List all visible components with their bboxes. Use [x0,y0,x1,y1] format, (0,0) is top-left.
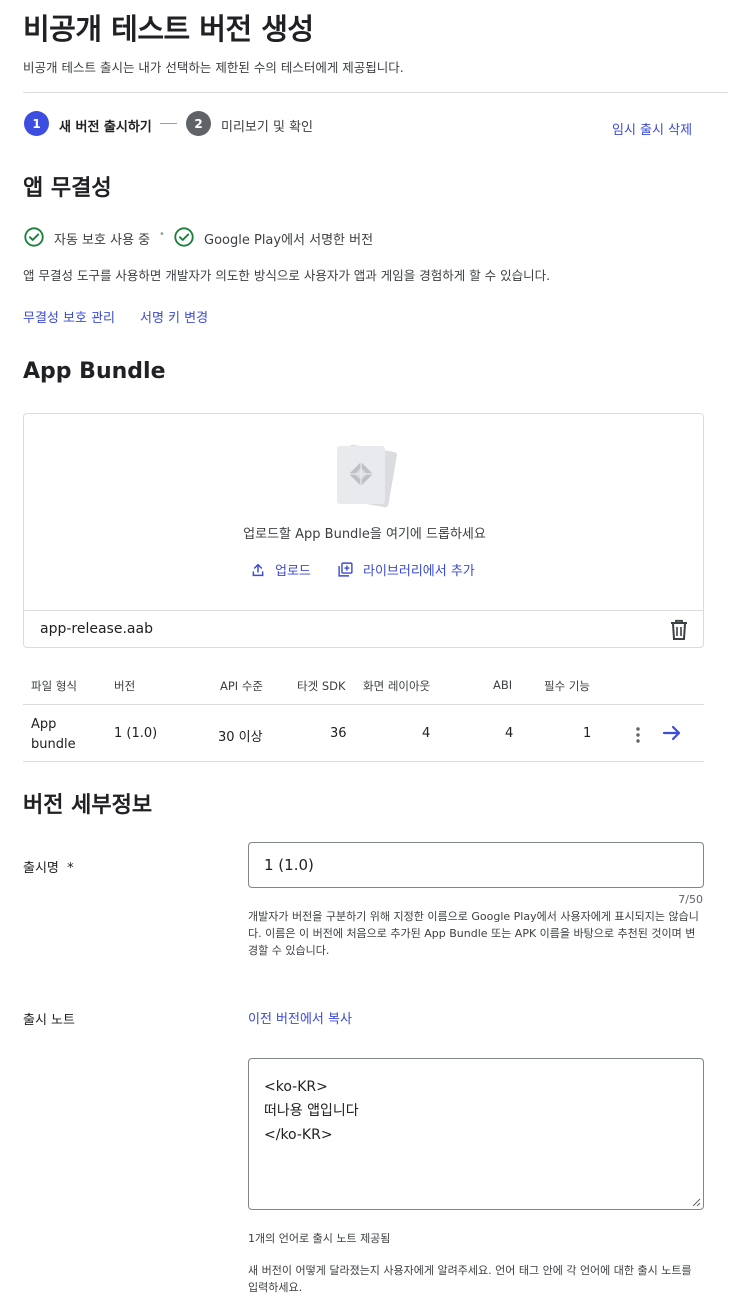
manage-integrity-link[interactable]: 무결성 보호 관리 [23,307,115,326]
col-required-features: 필수 기능 [544,679,590,693]
details-title: 버전 세부정보 [23,793,153,818]
step-1-badge: 1 [24,111,49,136]
cell-target-sdk: 36 [330,726,347,741]
required-mark: * [67,861,74,876]
table-header-divider [23,704,704,705]
cell-file-type: App bundle [31,717,76,752]
release-notes-label: 출시 노트 [23,1013,75,1028]
add-from-library-label: 라이브러리에서 추가 [363,564,475,579]
col-version: 버전 [114,679,136,693]
col-screen-layouts: 화면 레이아웃 [363,679,431,693]
bundle-divider [24,610,703,611]
step-connector [160,123,177,124]
integrity-title: 앱 무결성 [23,176,112,201]
status-play-signing: Google Play에서 서명한 버전 [204,233,374,248]
cell-abi: 4 [505,726,514,741]
library-add-icon [338,562,353,577]
upload-button[interactable]: 업로드 [250,560,311,579]
step-2-label[interactable]: 미리보기 및 확인 [221,116,313,135]
page-title: 비공개 테스트 버전 생성 [23,12,314,46]
copy-from-previous-link[interactable]: 이전 버전에서 복사 [248,1008,352,1027]
page-subtitle: 비공개 테스트 출시는 내가 선택하는 제한된 수의 테스터에게 제공됩니다. [23,60,404,75]
discard-draft-link[interactable]: 임시 출시 삭제 [612,119,692,138]
col-api-level: API 수준 [220,679,264,693]
check-circle-icon [24,227,44,247]
resize-handle-icon[interactable] [691,1197,701,1207]
more-vert-icon[interactable] [632,725,644,745]
notes-language-count: 1개의 언어로 출시 노트 제공됨 [248,1232,391,1245]
check-circle-icon [174,227,194,247]
release-name-help: 개발자가 버전을 구분하기 위해 지정한 이름으로 Google Play에서 … [248,910,699,957]
change-signing-key-link[interactable]: 서명 키 변경 [140,307,208,326]
cell-screen-layouts: 4 [422,726,431,741]
upload-label: 업로드 [275,564,311,579]
upload-icon [252,563,264,576]
col-target-sdk: 타겟 SDK [297,679,346,693]
col-file-type: 파일 형식 [31,679,77,693]
bundle-title: App Bundle [23,359,166,384]
cell-version: 1 (1.0) [114,726,158,741]
header-divider [23,92,728,93]
trash-icon[interactable] [669,619,689,641]
char-counter: 7/50 [678,893,703,906]
add-from-library-button[interactable]: 라이브러리에서 추가 [337,560,475,579]
status-separator: • [159,229,165,240]
step-2-badge: 2 [186,111,211,136]
release-notes-textarea[interactable]: <ko-KR> 떠나용 앱입니다 </ko-KR> [248,1058,704,1210]
cell-api-level: 30 이상 [218,730,263,745]
uploaded-file-name: app-release.aab [40,621,153,637]
cell-required-features: 1 [583,726,592,741]
bundle-illustration [337,444,397,508]
release-notes-help: 새 버전이 어떻게 달라졌는지 사용자에게 알려주세요. 언어 태그 안에 각 … [248,1264,692,1294]
release-name-label: 출시명 * [23,861,74,876]
status-auto-protection: 자동 보호 사용 중 [54,233,151,248]
arrow-right-icon[interactable] [662,724,682,742]
table-bottom-divider [23,761,704,762]
release-name-input[interactable]: 1 (1.0) [248,842,704,888]
bundle-drop-zone[interactable]: 업로드할 App Bundle을 여기에 드롭하세요 업로드 라이브러리에서 추… [23,413,704,648]
integrity-description: 앱 무결성 도구를 사용하면 개발자가 의도한 방식으로 사용자가 앱과 게임을… [23,268,551,283]
drop-instructions: 업로드할 App Bundle을 여기에 드롭하세요 [243,527,486,542]
step-1-label[interactable]: 새 버전 출시하기 [59,116,152,135]
col-abi: ABI [493,678,513,692]
